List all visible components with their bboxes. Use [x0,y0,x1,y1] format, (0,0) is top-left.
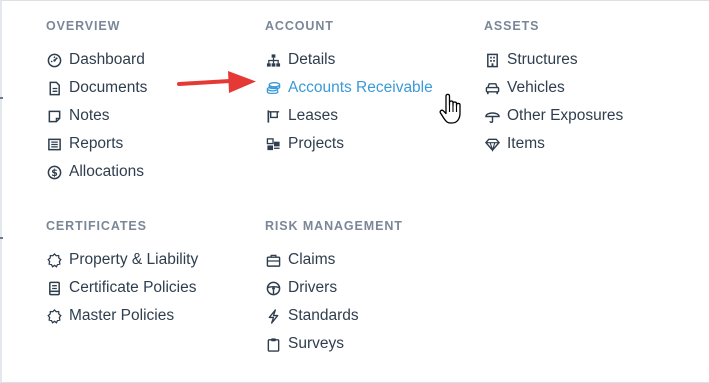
edge-marker [0,237,3,239]
annotation-arrow [177,71,256,93]
risk-management-section: RISK MANAGEMENT Claims Drivers Standards… [265,218,403,358]
svg-text:$: $ [51,167,58,178]
menu-item-surveys[interactable]: Surveys [265,330,403,358]
menu-item-allocations[interactable]: $ Allocations [46,158,147,186]
dashboard-icon [46,52,62,68]
menu-item-label: Claims [288,251,336,268]
menu-item-other-exposures[interactable]: Other Exposures [484,102,623,130]
menu-item-label: Reports [69,135,124,152]
menu-item-dashboard[interactable]: Dashboard [46,46,147,74]
account-heading: ACCOUNT [265,19,334,33]
menu-item-certificate-policies[interactable]: Certificate Policies [46,274,198,302]
account-section: ACCOUNT Details Accounts Receivable Leas… [265,18,433,158]
menu-item-notes[interactable]: Notes [46,102,147,130]
menu-item-label: Vehicles [507,79,565,96]
menu-item-property-liability[interactable]: Property & Liability [46,246,198,274]
hand-cursor-icon [439,93,461,124]
menu-item-label: Details [288,51,336,68]
certificates-section: CERTIFICATES Property & Liability Certif… [46,218,198,330]
car-icon [484,80,500,96]
projects-icon [265,136,281,152]
menu-item-label: Surveys [288,335,344,352]
menu-item-reports[interactable]: Reports [46,130,147,158]
menu-item-label: Structures [507,51,578,68]
menu-item-leases[interactable]: Leases [265,102,433,130]
menu-item-label: Certificate Policies [69,279,197,296]
menu-item-details[interactable]: Details [265,46,433,74]
report-icon [46,136,62,152]
coins-icon [265,80,281,96]
menu-item-label: Leases [288,107,338,124]
menu-item-vehicles[interactable]: Vehicles [484,74,623,102]
menu-item-label: Master Policies [69,307,175,324]
bolt-icon [265,308,281,324]
menu-item-items[interactable]: Items [484,130,623,158]
menu-item-documents[interactable]: Documents [46,74,147,102]
risk-management-heading: RISK MANAGEMENT [265,219,403,233]
overview-heading: OVERVIEW [46,19,121,33]
sitemap-icon [265,52,281,68]
policy-icon [46,280,62,296]
assets-heading: ASSETS [484,19,540,33]
steering-wheel-icon [265,280,281,296]
overview-section: OVERVIEW Dashboard Documents Notes Repor… [46,18,147,186]
menu-item-label: Allocations [69,163,144,180]
clipboard-icon [265,336,281,352]
menu-item-master-policies[interactable]: Master Policies [46,302,198,330]
menu-item-label: Property & Liability [69,251,199,268]
menu-item-label: Accounts Receivable [288,79,433,96]
building-icon [484,52,500,68]
menu-item-label: Dashboard [69,51,145,68]
certificates-heading: CERTIFICATES [46,219,147,233]
dollar-icon: $ [46,164,62,180]
menu-item-label: Documents [69,79,148,96]
menu-item-label: Notes [69,107,110,124]
menu-item-projects[interactable]: Projects [265,130,433,158]
menu-item-accounts-receivable[interactable]: Accounts Receivable [265,74,433,102]
menu-item-standards[interactable]: Standards [265,302,403,330]
menu-item-label: Items [507,135,545,152]
edge-marker [0,97,3,99]
gem-icon [484,136,500,152]
note-icon [46,108,62,124]
menu-item-structures[interactable]: Structures [484,46,623,74]
certificate-icon [46,308,62,324]
menu-item-drivers[interactable]: Drivers [265,274,403,302]
briefcase-icon [265,252,281,268]
menu-item-label: Drivers [288,279,338,296]
menu-item-label: Projects [288,135,344,152]
menu-item-label: Other Exposures [507,107,624,124]
assets-section: ASSETS Structures Vehicles Other Exposur… [484,18,623,158]
umbrella-icon [484,108,500,124]
lease-icon [265,108,281,124]
certificate-icon [46,252,62,268]
menu-item-claims[interactable]: Claims [265,246,403,274]
menu-item-label: Standards [288,307,359,324]
document-icon [46,80,62,96]
